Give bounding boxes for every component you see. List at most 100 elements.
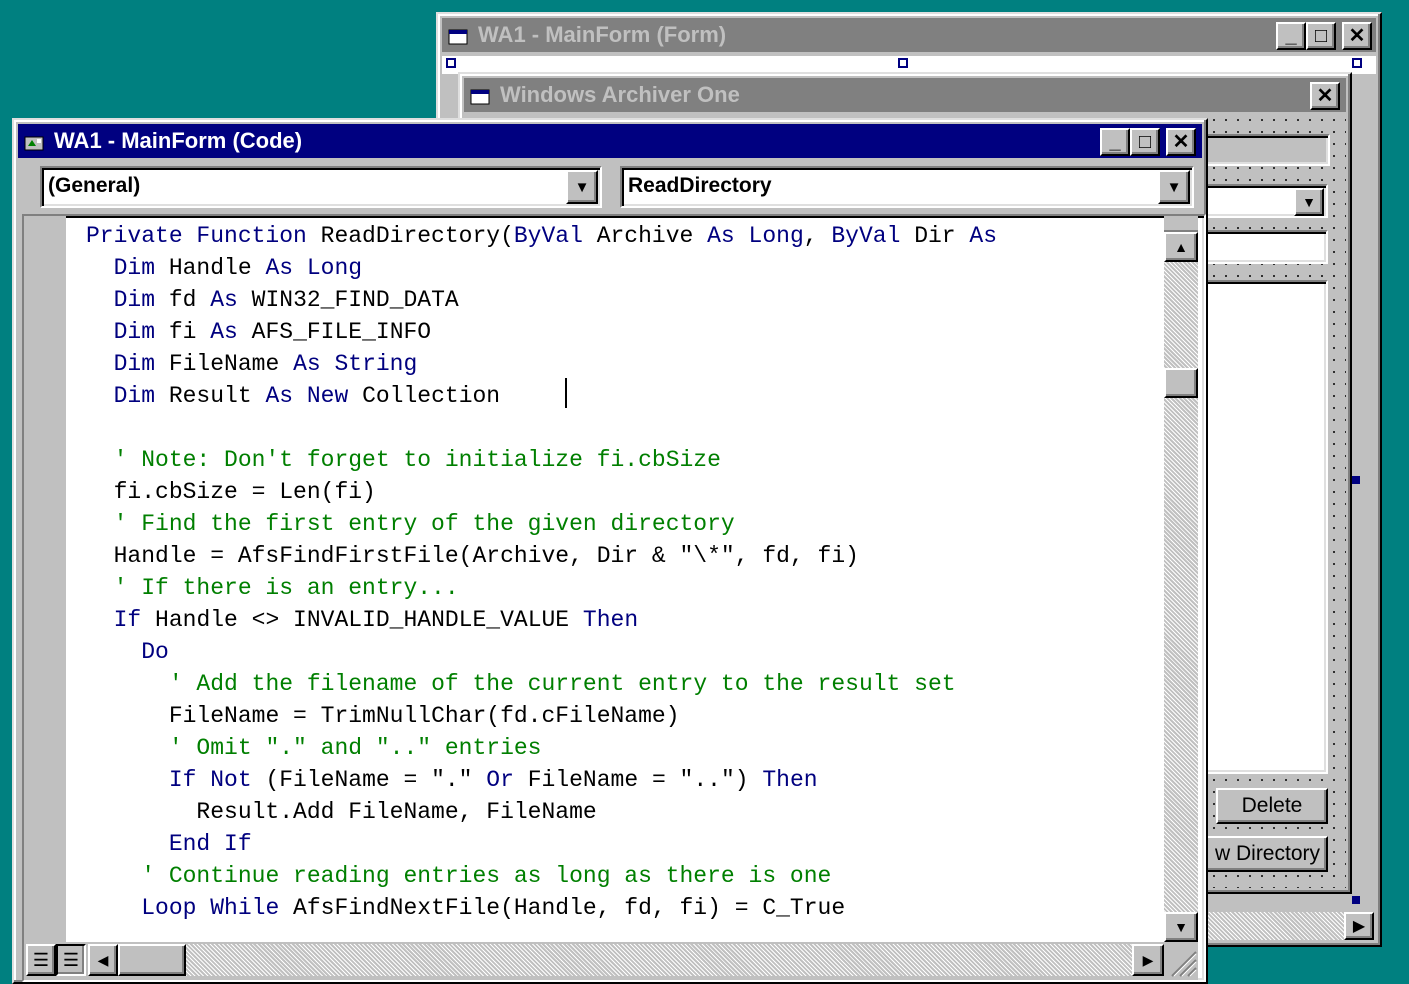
code-text-token: AFS_FILE_INFO [251,319,432,345]
code-keyword: As Long [265,255,363,281]
size-grip-icon[interactable] [1164,944,1198,978]
archiver-close-button[interactable]: ✕ [1310,82,1340,110]
code-window-title: WA1 - MainForm (Code) [54,128,303,153]
code-text-token: fi.cbSize = Len(fi) [113,479,376,505]
procedure-combo[interactable]: ReadDirectory [620,166,1194,208]
code-keyword: Dim [113,383,169,409]
code-line[interactable]: ' Note: Don't forget to initialize fi.cb… [86,444,1011,476]
text-cursor [565,378,567,408]
form-minimize-button[interactable]: _ [1276,22,1306,50]
code-keyword: Dim [113,255,169,281]
horizontal-scroll-thumb[interactable] [118,944,186,976]
code-line[interactable]: Do [86,636,1011,668]
archiver-titlebar[interactable]: Windows Archiver One [464,78,1346,112]
file-listbox[interactable] [1200,280,1328,774]
code-line[interactable]: ' If there is an entry... [86,572,1011,604]
selection-handle[interactable] [1352,896,1360,904]
code-text-token: ReadDirectory( [320,223,514,249]
code-text-token: AfsFindNextFile(Handle, fd, fi) = C_True [293,895,846,921]
code-keyword: Do [141,639,169,665]
code-keyword: End If [168,831,252,857]
full-module-view-button[interactable]: ☰ [56,944,86,976]
code-line[interactable]: End If [86,828,1011,860]
form-close-button[interactable]: ✕ [1342,22,1372,50]
code-line[interactable]: ' Find the first entry of the given dire… [86,508,1011,540]
code-comment: ' Find the first entry of the given dire… [113,511,735,537]
selection-handle[interactable] [1352,476,1360,484]
form-hscrollbar-track[interactable] [1198,912,1344,940]
procedure-combo-dropdown[interactable]: ▼ [1158,170,1190,204]
code-keyword: As Long [707,223,804,249]
form-window-title: WA1 - MainForm (Form) [478,22,727,47]
new-directory-button[interactable]: w Directory [1190,836,1328,872]
code-line[interactable]: fi.cbSize = Len(fi) [86,476,1011,508]
code-keyword: ByVal [831,223,915,249]
code-text-token: fi [168,319,211,345]
code-line[interactable]: ' Continue reading entries as long as th… [86,860,1011,892]
code-line[interactable]: ' Add the filename of the current entry … [86,668,1011,700]
code-line[interactable]: Dim fi As AFS_FILE_INFO [86,316,1011,348]
code-minimize-button[interactable]: _ [1100,128,1130,156]
code-close-button[interactable]: ✕ [1166,128,1196,156]
code-maximize-button[interactable]: □ [1130,128,1160,156]
form-window-titlebar[interactable]: WA1 - MainForm (Form) [442,18,1376,52]
code-line[interactable] [86,412,1011,444]
archiver-title: Windows Archiver One [500,82,740,107]
code-editor[interactable]: Private Function ReadDirectory( ByVal Arc… [22,214,1206,982]
code-comment: ' Note: Don't forget to initialize fi.cb… [113,447,721,473]
splitter-bar[interactable] [1164,216,1198,232]
code-line[interactable]: Dim Result As New Collection [86,380,1011,412]
scroll-up-button[interactable]: ▲ [1164,232,1198,262]
code-line[interactable]: If Handle <> INVALID_HANDLE_VALUE Then [86,604,1011,636]
code-text-token: FileName = TrimNullChar(fd.cFileName) [168,703,680,729]
code-keyword: Private Function [86,223,321,249]
form-scroll-right-button[interactable]: ▶ [1344,912,1374,940]
code-line[interactable]: If Not (FileName = "." Or FileName = "..… [86,764,1011,796]
form-maximize-button[interactable]: □ [1306,22,1336,50]
code-line[interactable]: FileName = TrimNullChar(fd.cFileName) [86,700,1011,732]
filter-textbox[interactable] [1200,230,1328,264]
procedure-view-button[interactable]: ☰ [26,944,56,976]
code-keyword: As New [265,383,363,409]
code-text-token: (FileName = "." [265,767,487,793]
scroll-down-button[interactable]: ▼ [1164,912,1198,942]
code-keyword: Dim [113,351,169,377]
code-comment: ' Add the filename of the current entry … [168,671,956,697]
code-keyword: If [113,607,156,633]
object-combo-dropdown[interactable]: ▼ [566,170,598,204]
code-text-token: Archive [596,223,708,249]
code-window-titlebar[interactable]: WA1 - MainForm (Code) [18,124,1202,158]
code-line[interactable]: Dim FileName As String [86,348,1011,380]
vertical-scroll-thumb[interactable] [1164,368,1198,398]
object-combo[interactable]: (General) [40,166,602,208]
code-keyword: As [969,223,1011,249]
code-module-icon [24,132,46,151]
path-textbox[interactable] [1200,134,1330,166]
selection-handle[interactable] [446,58,456,68]
archive-combo-dropdown[interactable]: ▼ [1294,188,1324,216]
code-line[interactable]: ' Omit "." and ".." entries [86,732,1011,764]
code-line[interactable]: Loop While AfsFindNextFile(Handle, fd, f… [86,892,1011,924]
code-comment: ' Omit "." and ".." entries [168,735,542,761]
code-keyword: As [210,287,252,313]
code-line[interactable]: Dim fd As WIN32_FIND_DATA [86,284,1011,316]
scroll-right-button[interactable]: ▶ [1132,944,1164,976]
code-text-token: Handle = AfsFindFirstFile(Archive, Dir &… [113,543,859,569]
code-line[interactable]: Dim Handle As Long [86,252,1011,284]
delete-button[interactable]: Delete [1216,788,1328,824]
code-text-token: Handle [168,255,266,281]
code-text-token: , [803,223,832,249]
form-icon [448,26,470,45]
horizontal-scrollbar-track[interactable] [186,944,1132,976]
code-keyword: As String [293,351,418,377]
scroll-left-button[interactable]: ◀ [88,944,118,976]
code-text[interactable]: Private Function ReadDirectory( ByVal Arc… [86,220,1011,924]
code-line[interactable]: Result.Add FileName, FileName [86,796,1011,828]
margin-indicator-bar [24,216,66,980]
code-text-token: Handle <> INVALID_HANDLE_VALUE [155,607,583,633]
code-line[interactable]: Private Function ReadDirectory( ByVal Arc… [86,220,1011,252]
selection-handle[interactable] [898,58,908,68]
selection-handle[interactable] [1352,58,1362,68]
code-line[interactable]: Handle = AfsFindFirstFile(Archive, Dir &… [86,540,1011,572]
vertical-scrollbar-track[interactable] [1164,216,1198,924]
